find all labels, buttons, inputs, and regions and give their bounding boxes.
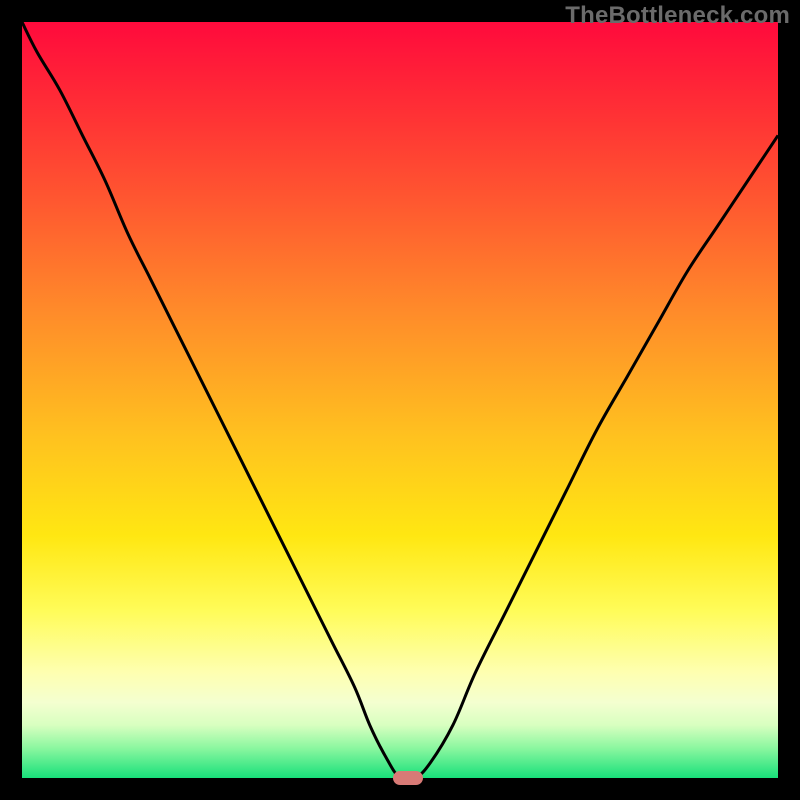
chart-stage: TheBottleneck.com (0, 0, 800, 800)
plot-area (22, 22, 778, 778)
optimum-marker (393, 771, 423, 785)
bottleneck-curve (22, 22, 778, 778)
curve-layer (22, 22, 778, 778)
watermark-text: TheBottleneck.com (565, 2, 790, 30)
